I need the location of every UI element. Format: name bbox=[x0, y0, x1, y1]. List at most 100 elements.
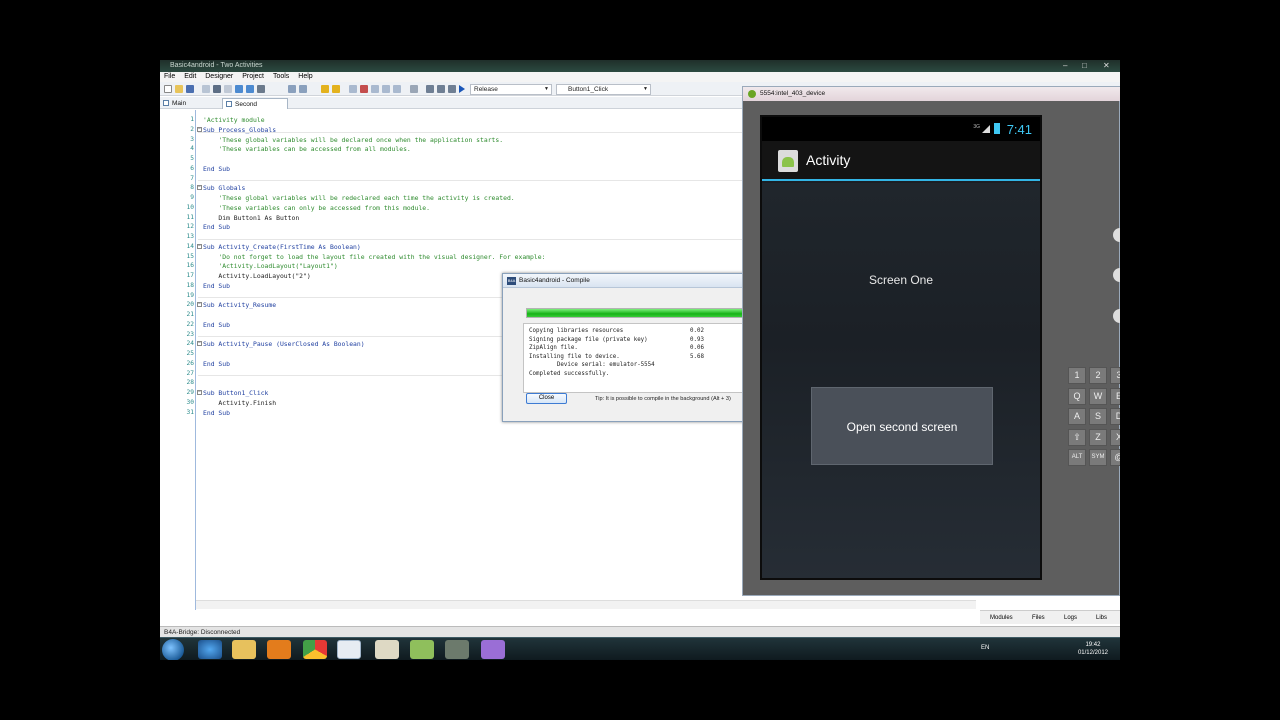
close-button[interactable]: Close bbox=[526, 393, 567, 404]
code-line[interactable]: Activity.LoadLayout("2") bbox=[203, 272, 310, 280]
code-line[interactable]: Activity.Finish bbox=[203, 399, 276, 407]
tab-logs[interactable]: Logs bbox=[1064, 611, 1077, 625]
code-line[interactable]: End Sub bbox=[203, 360, 230, 368]
keyboard-key[interactable]: @ bbox=[1110, 449, 1120, 466]
keyboard-key[interactable]: Z bbox=[1089, 428, 1107, 446]
menu-edit[interactable]: Edit bbox=[184, 72, 196, 82]
back-arrow-icon[interactable] bbox=[321, 85, 329, 93]
code-line[interactable]: End Sub bbox=[203, 223, 230, 231]
code-line[interactable]: 'These variables can be accessed from al… bbox=[203, 145, 410, 153]
cut-icon[interactable] bbox=[213, 85, 221, 93]
block-uncomment-icon[interactable] bbox=[437, 85, 445, 93]
media-player-icon[interactable] bbox=[267, 640, 291, 659]
sub-selector[interactable]: Button1_Click ▼ bbox=[556, 84, 651, 95]
menu-help[interactable]: Help bbox=[298, 72, 312, 82]
build-config-select[interactable]: Release ▼ bbox=[470, 84, 552, 95]
fold-toggle-icon[interactable]: − bbox=[197, 185, 202, 191]
code-line[interactable]: Sub Activity_Resume bbox=[203, 301, 276, 309]
notes-icon[interactable] bbox=[375, 640, 399, 659]
device-screen[interactable]: 3G 7:41 Activity Screen One Open second … bbox=[760, 115, 1042, 580]
tab-files[interactable]: Files bbox=[1032, 611, 1045, 625]
fold-toggle-icon[interactable]: − bbox=[197, 390, 202, 395]
find-icon[interactable] bbox=[257, 85, 265, 93]
menu-tools[interactable]: Tools bbox=[273, 72, 289, 82]
language-indicator[interactable]: EN bbox=[981, 645, 989, 651]
emulator-title-bar[interactable]: 5554:intel_403_device bbox=[743, 87, 1120, 101]
toggle-icon[interactable] bbox=[393, 85, 401, 93]
code-line[interactable]: 'These global variables will be redeclar… bbox=[203, 194, 514, 202]
download-icon[interactable] bbox=[410, 640, 434, 659]
forward-arrow-icon[interactable] bbox=[332, 85, 340, 93]
code-line[interactable]: End Sub bbox=[203, 165, 230, 173]
paste-icon[interactable] bbox=[224, 85, 232, 93]
code-line[interactable]: Sub Globals bbox=[203, 184, 245, 192]
emulator-side-button[interactable] bbox=[1113, 268, 1120, 282]
horizontal-scrollbar[interactable] bbox=[196, 600, 976, 609]
copy-icon[interactable] bbox=[202, 85, 210, 93]
code-line[interactable]: 'Activity module bbox=[203, 116, 265, 124]
tab-main[interactable]: Main bbox=[160, 98, 218, 109]
emulator-side-button[interactable] bbox=[1113, 309, 1120, 323]
code-line[interactable]: 'These global variables will be declared… bbox=[203, 136, 503, 144]
internet-explorer-icon[interactable] bbox=[198, 640, 222, 659]
redo-icon[interactable] bbox=[246, 85, 254, 93]
run-icon[interactable] bbox=[459, 85, 465, 93]
keyboard-key[interactable]: 3 bbox=[1110, 367, 1120, 384]
keyboard-key[interactable]: 1 bbox=[1068, 367, 1086, 384]
keyboard-key[interactable]: 2 bbox=[1089, 367, 1107, 384]
android-sdk-icon[interactable] bbox=[445, 640, 469, 659]
tab-libs[interactable]: Libs bbox=[1096, 611, 1107, 625]
fold-toggle-icon[interactable]: − bbox=[197, 243, 202, 249]
fold-toggle-icon[interactable]: − bbox=[197, 341, 202, 347]
code-line[interactable]: 'Do not forget to load the layout file c… bbox=[203, 253, 545, 261]
keyboard-key[interactable]: A bbox=[1068, 408, 1086, 425]
keyboard-key[interactable]: W bbox=[1089, 387, 1107, 405]
open-second-screen-button[interactable]: Open second screen bbox=[811, 387, 993, 465]
keyboard-key[interactable]: ALT bbox=[1068, 449, 1086, 466]
block-comment-icon[interactable] bbox=[426, 85, 434, 93]
properties-icon[interactable] bbox=[448, 85, 456, 93]
keyboard-key[interactable]: S bbox=[1089, 408, 1107, 425]
tab-second[interactable]: Second bbox=[222, 98, 288, 109]
code-line[interactable]: End Sub bbox=[203, 321, 230, 329]
keyboard-key[interactable]: D bbox=[1110, 408, 1120, 425]
close-icon[interactable]: ✕ bbox=[1103, 60, 1110, 72]
code-line[interactable]: 'Activity.LoadLayout("Layout1") bbox=[203, 262, 337, 270]
emulator-taskbar-icon[interactable] bbox=[481, 640, 505, 659]
fold-toggle-icon[interactable]: − bbox=[197, 302, 202, 308]
basic4android-taskbar-icon[interactable] bbox=[337, 640, 361, 659]
start-button[interactable] bbox=[162, 639, 184, 660]
indent-icon[interactable] bbox=[288, 85, 296, 93]
chrome-icon[interactable] bbox=[303, 640, 327, 659]
code-line[interactable]: Dim Button1 As Button bbox=[203, 214, 299, 222]
emulator-side-button[interactable] bbox=[1113, 228, 1120, 242]
maximize-icon[interactable]: □ bbox=[1082, 60, 1087, 72]
keyboard-key[interactable]: SYM bbox=[1089, 449, 1107, 466]
menu-project[interactable]: Project bbox=[242, 72, 264, 82]
keyboard-key[interactable]: ⇧ bbox=[1068, 428, 1086, 446]
fold-toggle-icon[interactable]: − bbox=[197, 126, 202, 132]
code-line[interactable]: Sub Button1_Click bbox=[203, 389, 268, 397]
code-line[interactable]: Sub Activity_Pause (UserClosed As Boolea… bbox=[203, 340, 365, 348]
code-line[interactable]: 'These variables can only be accessed fr… bbox=[203, 204, 430, 212]
menu-designer[interactable]: Designer bbox=[205, 72, 233, 82]
minimize-icon[interactable]: – bbox=[1063, 60, 1067, 72]
new-file-icon[interactable] bbox=[164, 85, 172, 93]
keyboard-key[interactable]: X bbox=[1110, 428, 1120, 446]
outdent-icon[interactable] bbox=[299, 85, 307, 93]
font-size-icon[interactable] bbox=[410, 85, 418, 93]
tab-modules[interactable]: Modules bbox=[990, 611, 1013, 625]
code-line[interactable]: End Sub bbox=[203, 409, 230, 417]
taskbar-clock[interactable]: 19:42 01/12/2012 bbox=[1078, 641, 1108, 657]
keyboard-key[interactable]: Q bbox=[1068, 387, 1086, 405]
menu-file[interactable]: File bbox=[164, 72, 175, 82]
code-line[interactable]: End Sub bbox=[203, 282, 230, 290]
save-icon[interactable] bbox=[186, 85, 194, 93]
designer-icon[interactable] bbox=[349, 85, 357, 93]
bookmark-icon[interactable] bbox=[360, 85, 368, 93]
comment-icon[interactable] bbox=[371, 85, 379, 93]
undo-icon[interactable] bbox=[235, 85, 243, 93]
code-line[interactable]: Sub Activity_Create(FirstTime As Boolean… bbox=[203, 243, 361, 251]
open-folder-icon[interactable] bbox=[175, 85, 183, 93]
file-explorer-icon[interactable] bbox=[232, 640, 256, 659]
